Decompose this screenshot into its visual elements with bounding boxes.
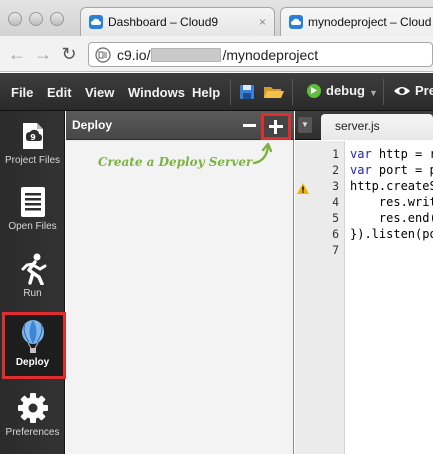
code-text: http = r <box>371 147 433 161</box>
play-icon <box>307 83 321 98</box>
sidebar-item-deploy[interactable]: Deploy <box>0 320 65 368</box>
eye-icon <box>394 86 410 95</box>
browser-toolbar: ← → ↻ c9.io/ /mynodeproject <box>0 36 433 72</box>
balloon-icon <box>21 320 44 353</box>
browser-tab-dashboard[interactable]: Dashboard – Cloud9 × <box>80 7 275 36</box>
open-folder-icon[interactable] <box>263 83 285 101</box>
menu-file[interactable]: File <box>11 85 33 100</box>
cloud9-favicon-icon <box>289 15 303 29</box>
cloud9-favicon-icon <box>89 15 103 29</box>
ide-menu-bar: File Edit View Windows Help debug ▼ Pre <box>0 73 433 111</box>
panel-title: Deploy <box>72 118 113 132</box>
forward-arrow-icon[interactable]: → <box>32 43 54 65</box>
browser-tab-bar: Dashboard – Cloud9 × mynodeproject – Clo… <box>0 0 433 36</box>
divider <box>292 79 293 105</box>
line-number: 4 <box>332 195 339 209</box>
project-files-icon: 9 <box>22 123 43 149</box>
code-editor[interactable]: var http = r var port = p http.createS r… <box>346 141 433 454</box>
panel-header: Deploy <box>66 111 294 140</box>
preview-button[interactable]: Pre <box>393 83 433 98</box>
minimize-window-button[interactable] <box>29 12 43 26</box>
editor-gutter: 1 2 3 4 5 6 7 <box>295 141 345 454</box>
save-icon[interactable] <box>238 83 256 101</box>
preview-label: Pre <box>415 83 433 98</box>
code-line: }).listen(po <box>350 227 433 241</box>
maximize-window-button[interactable] <box>50 12 64 26</box>
reload-icon[interactable]: ↻ <box>58 43 80 65</box>
code-text: port = p <box>371 163 433 177</box>
create-deploy-server-hint: Create a Deploy Server <box>98 155 253 169</box>
chevron-down-icon[interactable]: ▼ <box>369 88 378 98</box>
code-line: res.end( <box>350 211 433 225</box>
warning-icon[interactable] <box>297 183 309 194</box>
line-number: 6 <box>332 227 339 241</box>
curved-arrow-icon <box>252 142 273 165</box>
sidebar-item-run[interactable]: Run <box>0 253 65 299</box>
line-number: 2 <box>332 163 339 177</box>
debug-button[interactable]: debug <box>307 83 365 98</box>
deploy-server-list: Create a Deploy Server <box>66 141 293 454</box>
sidebar-item-label: Preferences <box>5 427 60 438</box>
code-keyword: var <box>350 163 372 177</box>
code-text: res.writ <box>350 195 433 209</box>
line-number: 3 <box>332 179 339 193</box>
tab-title: Dashboard – Cloud9 <box>108 15 219 29</box>
close-tab-icon[interactable]: × <box>259 15 266 29</box>
menu-view[interactable]: View <box>85 85 114 100</box>
line-number: 7 <box>332 243 339 257</box>
back-arrow-icon[interactable]: ← <box>6 43 28 65</box>
browser-tab-mynodeproject[interactable]: mynodeproject – Cloud9 <box>280 7 433 36</box>
sidebar-item-preferences[interactable]: Preferences <box>0 392 65 438</box>
url-suffix: /mynodeproject <box>222 46 319 63</box>
editor-tab-server-js[interactable]: server.js <box>321 114 433 140</box>
code-text: http.createS <box>350 179 433 193</box>
sidebar-item-label: Project Files <box>4 155 60 166</box>
code-keyword: var <box>350 147 372 161</box>
editor-tab-label: server.js <box>335 119 380 133</box>
page-icon <box>95 46 111 63</box>
debug-label: debug <box>326 83 365 98</box>
open-files-icon <box>20 187 45 217</box>
code-line: var http = r <box>350 147 433 161</box>
divider <box>230 79 231 105</box>
code-text: res.end( <box>350 211 433 225</box>
deploy-panel: Deploy Create a Deploy Server <box>66 111 294 454</box>
sidebar-item-label: Deploy <box>15 357 50 368</box>
code-line: res.writ <box>350 195 433 209</box>
url-prefix: c9.io/ <box>117 46 151 63</box>
sidebar-item-label: Run <box>23 288 42 299</box>
close-window-button[interactable] <box>8 12 22 26</box>
add-deploy-server-button[interactable] <box>261 113 291 140</box>
line-number: 1 <box>332 147 339 161</box>
menu-windows[interactable]: Windows <box>128 85 185 100</box>
sidebar-item-label: Open Files <box>8 221 57 232</box>
address-bar[interactable]: c9.io/ /mynodeproject <box>88 42 433 67</box>
code-line: http.createS <box>350 179 433 193</box>
sidebar-item-project-files[interactable]: 9 Project Files <box>0 120 65 166</box>
code-line: var port = p <box>350 163 433 177</box>
sidebar-item-open-files[interactable]: Open Files <box>0 186 65 232</box>
tab-list-dropdown-icon[interactable]: ▼ <box>298 117 312 133</box>
gear-icon <box>17 393 48 423</box>
code-text: }).listen(po <box>350 227 433 241</box>
redacted-username <box>151 47 222 62</box>
divider <box>383 79 384 105</box>
line-number: 5 <box>332 211 339 225</box>
remove-server-button[interactable] <box>243 124 256 127</box>
svg-text:9: 9 <box>30 133 36 142</box>
menu-help[interactable]: Help <box>192 85 220 100</box>
editor-tab-bar: ▼ server.js <box>295 111 433 140</box>
menu-edit[interactable]: Edit <box>47 85 72 100</box>
tab-title: mynodeproject – Cloud9 <box>308 15 431 29</box>
run-icon <box>21 253 46 285</box>
